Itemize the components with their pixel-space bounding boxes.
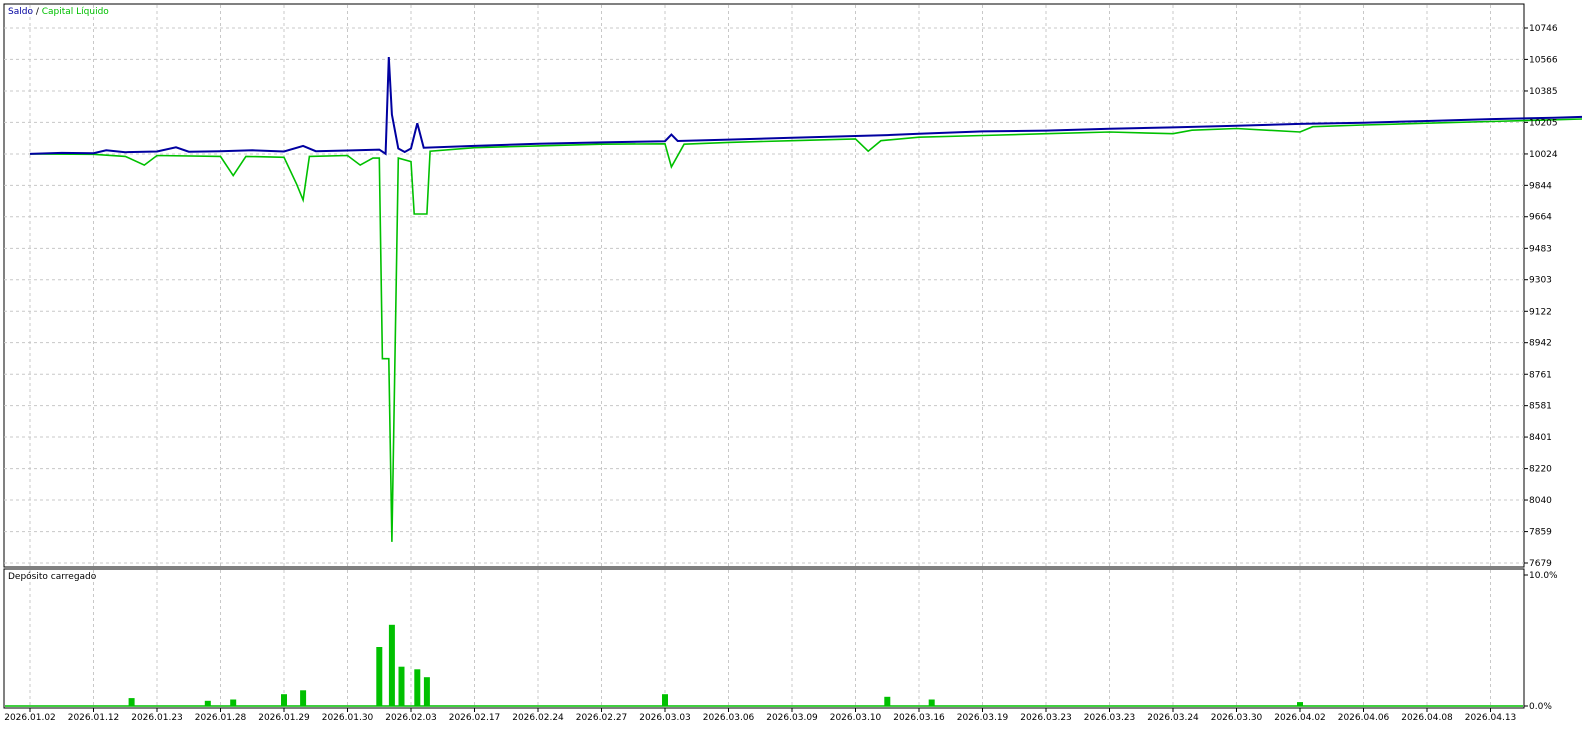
x-tick-label: 2026.03.06	[703, 713, 755, 723]
y-tick-label: 8040	[1529, 496, 1552, 506]
y-tick-label: 9122	[1529, 307, 1552, 317]
x-tick-label: 2026.03.23	[1084, 713, 1136, 723]
x-tick-label: 2026.03.19	[957, 713, 1009, 723]
deposit-bar	[204, 700, 211, 706]
chart-window: 10746 10566 10385 10205 10024 9844 9664 9483 930…	[0, 0, 1582, 729]
deposit-bar	[884, 696, 891, 706]
y-tick-label: 8761	[1529, 370, 1552, 380]
x-tick-label: 2026.01.12	[68, 713, 120, 723]
deposit-plot-frame	[3, 568, 1525, 709]
y-tick-label: 7679	[1529, 559, 1552, 569]
main-plot-frame	[3, 3, 1525, 568]
y-tick-label: 8220	[1529, 465, 1552, 475]
x-tick-label: 2026.04.13	[1465, 713, 1517, 723]
x-tick-label: 2026.01.28	[195, 713, 247, 723]
legend-entry: Saldo	[8, 7, 33, 17]
x-tick-label: 2026.02.24	[512, 713, 564, 723]
y-tick-label: 10566	[1529, 55, 1558, 65]
x-tick-label: 2026.03.09	[766, 713, 818, 723]
x-tick-label: 2026.02.27	[576, 713, 628, 723]
y-tick-label: 0.0%	[1529, 702, 1552, 712]
deposit-bar	[398, 666, 405, 706]
deposit-bar	[230, 699, 237, 706]
x-tick-label: 2026.04.08	[1401, 713, 1453, 723]
x-tick-label: 2026.04.02	[1274, 713, 1326, 723]
x-tick-label: 2026.02.03	[385, 713, 437, 723]
y-tick-label: 9303	[1529, 276, 1552, 286]
x-tick-label: 2026.01.02	[4, 713, 56, 723]
main-legend: Saldo / Capital Líquido	[8, 7, 109, 17]
x-tick-label: 2026.01.29	[258, 713, 310, 723]
y-tick-label: 10.0%	[1529, 571, 1558, 581]
deposit-bar	[376, 647, 383, 706]
chart-canvas: 10746 10566 10385 10205 10024 9844 9664 9483 930…	[0, 0, 1582, 729]
deposit-bar	[388, 624, 395, 706]
deposit-bar	[300, 690, 307, 706]
y-tick-label: 10205	[1529, 118, 1558, 128]
legend-separator: /	[33, 7, 42, 17]
deposit-bar	[423, 677, 430, 706]
x-tick-label: 2026.03.30	[1211, 713, 1263, 723]
x-tick-label: 2026.03.24	[1147, 713, 1199, 723]
deposit-bar	[414, 669, 421, 706]
y-tick-label: 7859	[1529, 528, 1552, 538]
deposit-bar	[928, 699, 935, 706]
x-tick-label: 2026.02.17	[449, 713, 501, 723]
deposit-bar	[281, 694, 287, 706]
deposit-bar	[1297, 702, 1303, 706]
y-tick-label: 9483	[1529, 244, 1552, 254]
y-tick-label: 9664	[1529, 213, 1552, 223]
x-tick-label: 2026.03.10	[830, 713, 882, 723]
deposit-legend: Depósito carregado	[8, 571, 97, 582]
y-tick-label: 8401	[1529, 433, 1552, 443]
y-tick-label: 10385	[1529, 87, 1558, 97]
legend-entry: Capital Líquido	[42, 7, 110, 17]
y-tick-label: 8942	[1529, 339, 1552, 349]
y-tick-label: 8581	[1529, 402, 1552, 412]
x-tick-label: 2026.04.06	[1338, 713, 1390, 723]
deposit-bar	[128, 698, 135, 706]
y-tick-label: 10024	[1529, 150, 1558, 160]
y-tick-label: 10746	[1529, 24, 1558, 34]
x-tick-label: 2026.03.03	[639, 713, 691, 723]
x-tick-label: 2026.03.23	[1020, 713, 1072, 723]
x-tick-label: 2026.03.16	[893, 713, 945, 723]
y-tick-label: 9844	[1529, 181, 1552, 191]
x-tick-label: 2026.01.30	[322, 713, 374, 723]
deposit-bar	[662, 694, 668, 706]
x-tick-label: 2026.01.23	[131, 713, 183, 723]
